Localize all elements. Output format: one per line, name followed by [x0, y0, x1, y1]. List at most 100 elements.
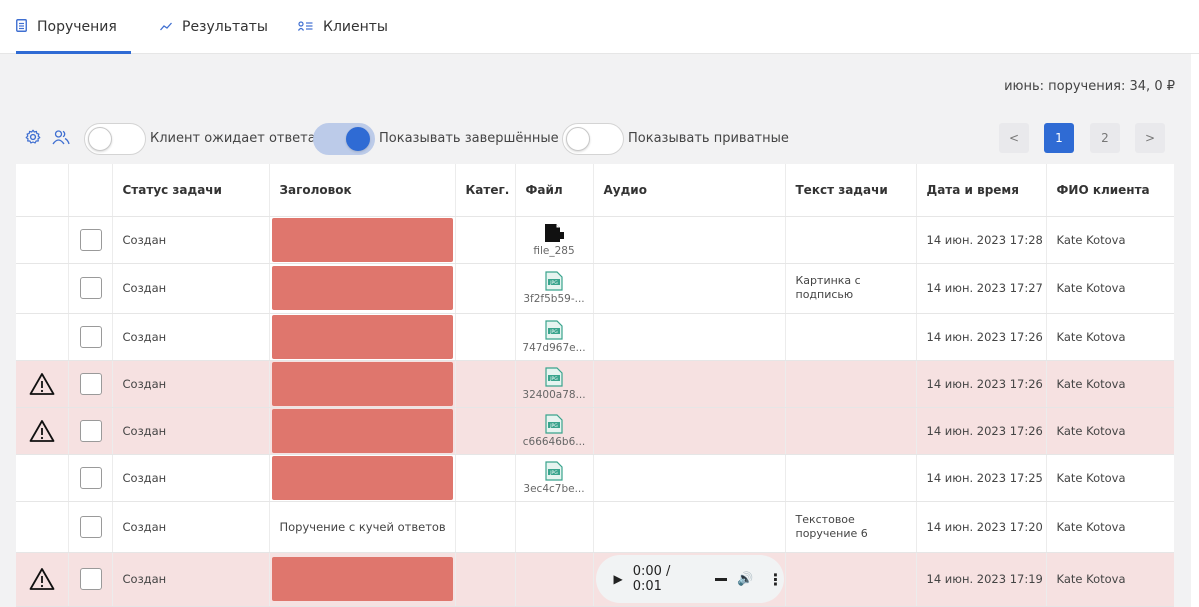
client-name-cell[interactable]: Kate Kotova: [1046, 360, 1174, 408]
table-row[interactable]: Создан ▶ 0:00 / 0:01 🔊 ⋮ 14 июн. 2023 17:19 Ka…: [16, 552, 1174, 607]
warning-cell: [16, 501, 69, 553]
audio-cell: [593, 454, 786, 502]
pagination-prev-button[interactable]: <: [999, 123, 1029, 153]
play-icon[interactable]: ▶: [614, 572, 623, 586]
file-cell[interactable]: JPG 3f2f5b59-...: [515, 263, 594, 314]
svg-text:JPG: JPG: [549, 328, 558, 334]
header-warning: [16, 164, 69, 217]
task-text-cell: [785, 454, 917, 502]
toggle-show-completed[interactable]: [313, 123, 375, 155]
client-name-cell[interactable]: Kate Kotova: [1046, 407, 1174, 455]
header-datetime[interactable]: Дата и время: [916, 164, 1047, 217]
pagination-page-2[interactable]: 2: [1090, 123, 1120, 153]
header-audio[interactable]: Аудио: [593, 164, 786, 217]
row-checkbox[interactable]: [79, 466, 102, 489]
header-category[interactable]: Катег.: [455, 164, 516, 217]
table-row[interactable]: Создан JPG 3f2f5b59-... Картинка с подписью…: [16, 263, 1174, 314]
client-name-cell[interactable]: Kate Kotova: [1046, 313, 1174, 361]
row-checkbox[interactable]: [79, 419, 102, 442]
svg-text:JPG: JPG: [549, 375, 558, 381]
title-cell[interactable]: Поручение с кучей ответов: [269, 501, 456, 553]
file-name: 3f2f5b59-...: [523, 293, 585, 305]
select-cell: [68, 501, 113, 553]
file-cell[interactable]: JPG 747d967e...: [515, 313, 594, 361]
header-select: [68, 164, 113, 217]
toggle-knob: [566, 127, 590, 151]
pagination-next-button[interactable]: >: [1135, 123, 1165, 153]
warning-cell: [16, 552, 69, 607]
row-checkbox[interactable]: [79, 325, 102, 348]
users-icon[interactable]: [52, 128, 70, 146]
status-cell: Создан: [112, 454, 270, 502]
file-name: file_285: [533, 244, 575, 257]
pagination-page-1[interactable]: 1: [1044, 123, 1074, 153]
table-row[interactable]: Создан JPG 747d967e... 14 июн. 2023 17:26 Ka…: [16, 313, 1174, 361]
svg-text:JPG: JPG: [549, 469, 558, 475]
tab-clients[interactable]: Клиенты: [297, 0, 388, 54]
table-row[interactable]: Создан JPG 32400a78... 14 июн. 2023 17:26 Ka…: [16, 360, 1174, 408]
audio-cell: [593, 360, 786, 408]
file-cell[interactable]: JPG c66646b6...: [515, 407, 594, 455]
file-cell[interactable]: JPG 32400a78...: [515, 360, 594, 408]
volume-icon[interactable]: 🔊: [737, 572, 753, 587]
client-name-cell[interactable]: Kate Kotova: [1046, 454, 1174, 502]
table-row[interactable]: Создан Поручение с кучей ответов Текстовое…: [16, 501, 1174, 553]
select-cell: [68, 552, 113, 607]
title-cell: [269, 552, 456, 607]
status-cell: Создан: [112, 216, 270, 264]
datetime-cell: 14 июн. 2023 17:28: [916, 216, 1047, 264]
select-cell: [68, 313, 113, 361]
title-cell: [269, 454, 456, 502]
progress-bar[interactable]: [715, 577, 728, 581]
header-task-text[interactable]: Текст задачи: [785, 164, 917, 217]
header-title[interactable]: Заголовок: [269, 164, 456, 217]
file-cell[interactable]: JPG 3ec4c7be...: [515, 454, 594, 502]
category-cell: [455, 216, 516, 264]
task-text-cell: Картинка с подписью: [785, 263, 917, 314]
audio-player[interactable]: ▶ 0:00 / 0:01 🔊 ⋮: [595, 555, 784, 603]
table-row[interactable]: Создан file_285 14 июн. 2023 17:28 Kate Kot…: [16, 216, 1174, 264]
header-file[interactable]: Файл: [515, 164, 594, 217]
file-cell[interactable]: file_285: [515, 216, 594, 264]
file-name: 3ec4c7be...: [523, 482, 585, 495]
row-checkbox[interactable]: [79, 228, 102, 251]
tab-results[interactable]: Результаты: [160, 0, 268, 54]
more-options-icon[interactable]: ⋮: [768, 570, 784, 589]
task-text-cell: Текстовое поручение 6: [785, 501, 917, 553]
jpg-file-icon: JPG: [545, 366, 563, 387]
svg-text:JPG: JPG: [549, 280, 558, 286]
header-status[interactable]: Статус задачи: [112, 164, 270, 217]
row-checkbox[interactable]: [79, 372, 102, 395]
row-checkbox[interactable]: [79, 515, 102, 538]
task-text-cell: [785, 313, 917, 361]
client-name-cell[interactable]: Kate Kotova: [1046, 263, 1174, 314]
header-client-name[interactable]: ФИО клиента: [1046, 164, 1174, 217]
audio-cell: [593, 263, 786, 314]
redacted-title: [271, 266, 453, 310]
tab-label: Результаты: [182, 19, 268, 35]
toggle-label: Показывать завершённые: [379, 131, 559, 146]
table-row[interactable]: Создан JPG c66646b6... 14 июн. 2023 17:26 Ka…: [16, 407, 1174, 455]
client-name-cell[interactable]: Kate Kotova: [1046, 216, 1174, 264]
datetime-cell: 14 июн. 2023 17:26: [916, 407, 1047, 455]
row-checkbox[interactable]: [79, 568, 102, 590]
filter-toolbar: Клиент ожидает ответа Показывать завершё…: [0, 120, 1199, 158]
warning-icon: [29, 419, 55, 442]
gear-icon[interactable]: [24, 128, 42, 146]
client-name-cell[interactable]: Kate Kotova: [1046, 552, 1174, 607]
select-cell: [68, 263, 113, 314]
redacted-title: [271, 217, 453, 262]
client-name-cell[interactable]: Kate Kotova: [1046, 501, 1174, 553]
tab-assignments[interactable]: Поручения: [16, 0, 131, 54]
row-checkbox[interactable]: [79, 277, 102, 299]
title-cell: [269, 216, 456, 264]
toggle-client-awaiting[interactable]: [84, 123, 146, 155]
jpg-file-icon: JPG: [545, 271, 563, 291]
status-cell: Создан: [112, 360, 270, 408]
audio-cell: ▶ 0:00 / 0:01 🔊 ⋮: [593, 552, 786, 607]
select-cell: [68, 216, 113, 264]
table-row[interactable]: Создан JPG 3ec4c7be... 14 июн. 2023 17:25 Ka…: [16, 454, 1174, 502]
toggle-knob: [346, 127, 370, 151]
toggle-show-private[interactable]: [562, 123, 624, 155]
datetime-cell: 14 июн. 2023 17:25: [916, 454, 1047, 502]
